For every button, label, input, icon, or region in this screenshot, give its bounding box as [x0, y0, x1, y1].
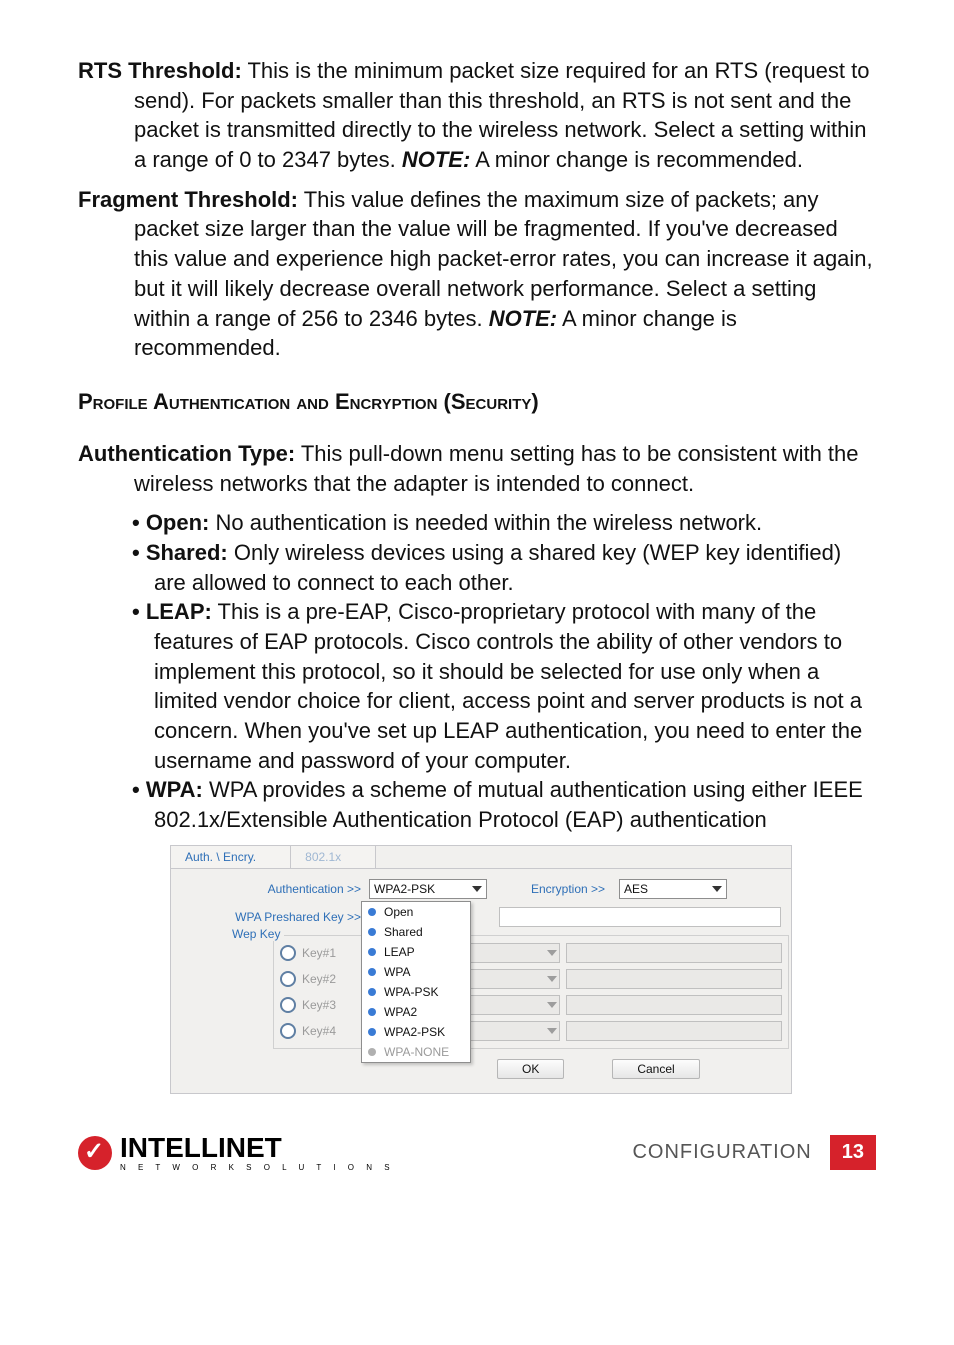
wep-key-row-4: Key#4 — [274, 1018, 788, 1044]
wep-key4-input[interactable] — [566, 1021, 782, 1041]
bullet-icon — [368, 988, 376, 996]
brand-tagline: N E T W O R K S O L U T I O N S — [120, 1164, 395, 1172]
authentication-value: WPA2-PSK — [374, 882, 435, 896]
ok-button[interactable]: OK — [497, 1059, 564, 1079]
authentication-label: Authentication >> — [181, 882, 369, 896]
dd-option-open[interactable]: Open — [362, 902, 470, 922]
wep-key2-label: Key#2 — [302, 972, 364, 986]
wep-key-row-2: Key#2 — [274, 966, 788, 992]
brand-name: INTELLINET — [120, 1134, 395, 1162]
auth-type-block: Authentication Type: This pull-down menu… — [78, 439, 876, 498]
wep-key3-input[interactable] — [566, 995, 782, 1015]
rts-note-text: A minor change is recommended. — [470, 147, 803, 172]
wep-key4-type-select[interactable] — [460, 1021, 560, 1041]
tab-8021x[interactable]: 802.1x — [291, 846, 376, 868]
bullet-leap: • LEAP: This is a pre-EAP, Cisco-proprie… — [132, 597, 876, 775]
chevron-down-icon — [547, 976, 557, 982]
wep-key1-radio[interactable] — [280, 945, 296, 961]
wep-key4-label: Key#4 — [302, 1024, 364, 1038]
bullet-open: • Open: No authentication is needed with… — [132, 508, 876, 538]
bullet-icon — [368, 948, 376, 956]
dialog-tabbar: Auth. \ Encry. 802.1x — [171, 846, 791, 869]
dd-option-wpa2[interactable]: WPA2 — [362, 1002, 470, 1022]
auth-bullets: • Open: No authentication is needed with… — [132, 508, 876, 835]
wep-key2-radio[interactable] — [280, 971, 296, 987]
wep-key-group: Wep Key Key#1 Key#2 Key#3 — [273, 935, 789, 1049]
encryption-label: Encryption >> — [531, 882, 605, 896]
chevron-down-icon — [472, 886, 482, 892]
wep-key1-input[interactable] — [566, 943, 782, 963]
wep-key2-type-select[interactable] — [460, 969, 560, 989]
checkmark-icon — [78, 1136, 112, 1170]
preshared-key-input[interactable] — [499, 907, 781, 927]
auth-term: Authentication Type: — [78, 441, 295, 466]
fragment-threshold-def: Fragment Threshold: This value defines t… — [78, 185, 876, 363]
preshared-key-label: WPA Preshared Key >> — [181, 910, 369, 924]
wep-key-row-1: Key#1 — [274, 940, 788, 966]
wep-key3-label: Key#3 — [302, 998, 364, 1012]
chevron-down-icon — [547, 1002, 557, 1008]
dd-option-wpa-psk[interactable]: WPA-PSK — [362, 982, 470, 1002]
wep-key-legend: Wep Key — [228, 927, 284, 941]
wep-key3-radio[interactable] — [280, 997, 296, 1013]
row-authentication: Authentication >> WPA2-PSK Encryption >>… — [181, 879, 781, 899]
chevron-down-icon — [547, 1028, 557, 1034]
dialog-button-row: OK Cancel — [181, 1053, 781, 1087]
rts-term: RTS Threshold: — [78, 58, 242, 83]
dd-option-wpa2-psk[interactable]: WPA2-PSK — [362, 1022, 470, 1042]
dd-option-shared[interactable]: Shared — [362, 922, 470, 942]
brand-logo: INTELLINET N E T W O R K S O L U T I O N… — [78, 1134, 395, 1172]
wep-key-row-3: Key#3 — [274, 992, 788, 1018]
dd-option-wpa-none[interactable]: WPA-NONE — [362, 1042, 470, 1062]
bullet-icon — [368, 908, 376, 916]
tab-auth-encry[interactable]: Auth. \ Encry. — [171, 846, 291, 868]
dd-option-wpa[interactable]: WPA — [362, 962, 470, 982]
page-number: 13 — [830, 1135, 876, 1170]
frag-term: Fragment Threshold: — [78, 187, 298, 212]
frag-note-label: NOTE: — [489, 306, 557, 331]
auth-type-def: Authentication Type: This pull-down menu… — [78, 439, 876, 498]
footer-section-label: CONFIGURATION — [632, 1141, 811, 1164]
row-preshared-key: WPA Preshared Key >> — [181, 907, 781, 927]
page-footer: INTELLINET N E T W O R K S O L U T I O N… — [78, 1134, 876, 1192]
chevron-down-icon — [547, 950, 557, 956]
bullet-wpa: • WPA: WPA provides a scheme of mutual a… — [132, 775, 876, 834]
cancel-button[interactable]: Cancel — [612, 1059, 699, 1079]
auth-encryption-dialog: Auth. \ Encry. 802.1x Authentication >> … — [170, 845, 792, 1094]
authentication-dropdown-list[interactable]: Open Shared LEAP WPA WPA-PSK WPA2 WPA2-P… — [361, 901, 471, 1063]
dialog-body: Authentication >> WPA2-PSK Encryption >>… — [171, 869, 791, 1093]
bullet-icon — [368, 1028, 376, 1036]
dd-option-leap[interactable]: LEAP — [362, 942, 470, 962]
wep-key4-radio[interactable] — [280, 1023, 296, 1039]
wep-key2-input[interactable] — [566, 969, 782, 989]
bullet-icon — [368, 1008, 376, 1016]
bullet-shared: • Shared: Only wireless devices using a … — [132, 538, 876, 597]
section-title: Profile Authentication and Encryption (S… — [78, 389, 876, 415]
authentication-select[interactable]: WPA2-PSK — [369, 879, 487, 899]
rts-threshold-def: RTS Threshold: This is the minimum packe… — [78, 56, 876, 175]
wep-key1-type-select[interactable] — [460, 943, 560, 963]
encryption-value: AES — [624, 882, 648, 896]
bullet-icon — [368, 968, 376, 976]
encryption-select[interactable]: AES — [619, 879, 727, 899]
wep-key3-type-select[interactable] — [460, 995, 560, 1015]
bullet-icon — [368, 1048, 376, 1056]
rts-note-label: NOTE: — [402, 147, 470, 172]
bullet-icon — [368, 928, 376, 936]
definitions-block: RTS Threshold: This is the minimum packe… — [78, 56, 876, 363]
wep-key1-label: Key#1 — [302, 946, 364, 960]
chevron-down-icon — [712, 886, 722, 892]
